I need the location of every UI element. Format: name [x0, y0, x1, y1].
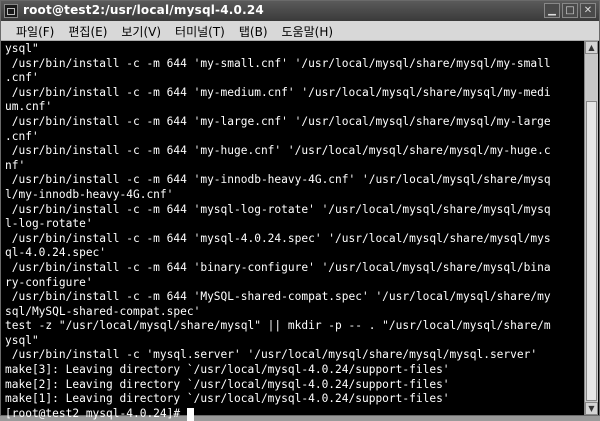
prompt-line[interactable]: [root@test2 mysql-4.0.24]# — [5, 407, 551, 421]
menu-tabs[interactable]: 탭(B) — [232, 21, 275, 41]
terminal-line: /usr/bin/install -c -m 644 'mysql-4.0.24… — [5, 231, 551, 245]
terminal-icon[interactable] — [4, 4, 18, 18]
window-controls: ▁ □ ✕ — [544, 3, 596, 18]
minimize-icon[interactable]: ▁ — [544, 3, 560, 18]
terminal-line: /usr/bin/install -c 'mysql.server' '/usr… — [5, 348, 538, 362]
terminal-line: /usr/bin/install -c -m 644 'binary-confi… — [5, 260, 551, 274]
cursor — [186, 407, 194, 421]
scrollbar-thumb[interactable] — [586, 101, 597, 401]
maximize-icon[interactable]: □ — [562, 3, 578, 18]
terminal-line: make[1]: Leaving directory `/usr/local/m… — [5, 392, 450, 406]
scroll-down-icon[interactable]: ▼ — [585, 402, 598, 415]
terminal-line: ysql" — [5, 42, 39, 55]
scroll-up-icon[interactable]: ▲ — [585, 41, 598, 54]
terminal-window: root@test2:/usr/local/mysql-4.0.24 ▁ □ ✕… — [0, 0, 600, 421]
terminal-line: ry-configure' — [5, 275, 93, 289]
terminal-line: /usr/bin/install -c -m 644 'my-large.cnf… — [5, 114, 551, 128]
terminal-line: /usr/bin/install -c -m 644 'my-medium.cn… — [5, 85, 551, 99]
terminal-line: um.cnf' — [5, 100, 53, 114]
terminal-line: .cnf' — [5, 71, 39, 85]
terminal-line: l/my-innodb-heavy-4G.cnf' — [5, 187, 174, 201]
close-icon[interactable]: ✕ — [580, 3, 596, 18]
terminal-line: l-log-rotate' — [5, 217, 93, 231]
terminal-line: ysql" — [5, 333, 39, 347]
menu-bar: 파일(F) 편집(E) 보기(V) 터미널(T) 탭(B) 도움말(H) — [1, 21, 599, 41]
menu-terminal[interactable]: 터미널(T) — [168, 21, 232, 41]
terminal-line: /usr/bin/install -c -m 644 'my-small.cnf… — [5, 56, 551, 70]
terminal-output[interactable]: ysql" /usr/bin/install -c -m 644 'my-sma… — [3, 41, 583, 421]
terminal-line: make[2]: Leaving directory `/usr/local/m… — [5, 377, 450, 391]
menu-edit[interactable]: 편집(E) — [61, 21, 114, 41]
terminal-line: sql/MySQL-shared-compat.spec' — [5, 304, 201, 318]
terminal-line: .cnf' — [5, 129, 39, 143]
shell-prompt: [root@test2 mysql-4.0.24]# — [5, 406, 187, 420]
terminal-line: /usr/bin/install -c -m 644 'my-innodb-he… — [5, 173, 551, 187]
terminal-line: make[3]: Leaving directory `/usr/local/m… — [5, 363, 450, 377]
terminal-line: test -z "/usr/local/mysql/share/mysql" |… — [5, 319, 551, 333]
terminal-line: /usr/bin/install -c -m 644 'mysql-log-ro… — [5, 202, 551, 216]
scrollbar[interactable]: ▲ ▼ — [584, 41, 598, 415]
terminal-line: nf' — [5, 158, 26, 172]
terminal-line: /usr/bin/install -c -m 644 'my-huge.cnf'… — [5, 144, 551, 158]
menu-view[interactable]: 보기(V) — [114, 21, 168, 41]
menu-help[interactable]: 도움말(H) — [275, 21, 341, 41]
terminal-line: ql-4.0.24.spec' — [5, 246, 107, 260]
title-bar[interactable]: root@test2:/usr/local/mysql-4.0.24 ▁ □ ✕ — [1, 1, 599, 21]
window-title: root@test2:/usr/local/mysql-4.0.24 — [23, 3, 264, 17]
terminal-line: /usr/bin/install -c -m 644 'MySQL-shared… — [5, 290, 551, 304]
menu-file[interactable]: 파일(F) — [9, 21, 61, 41]
